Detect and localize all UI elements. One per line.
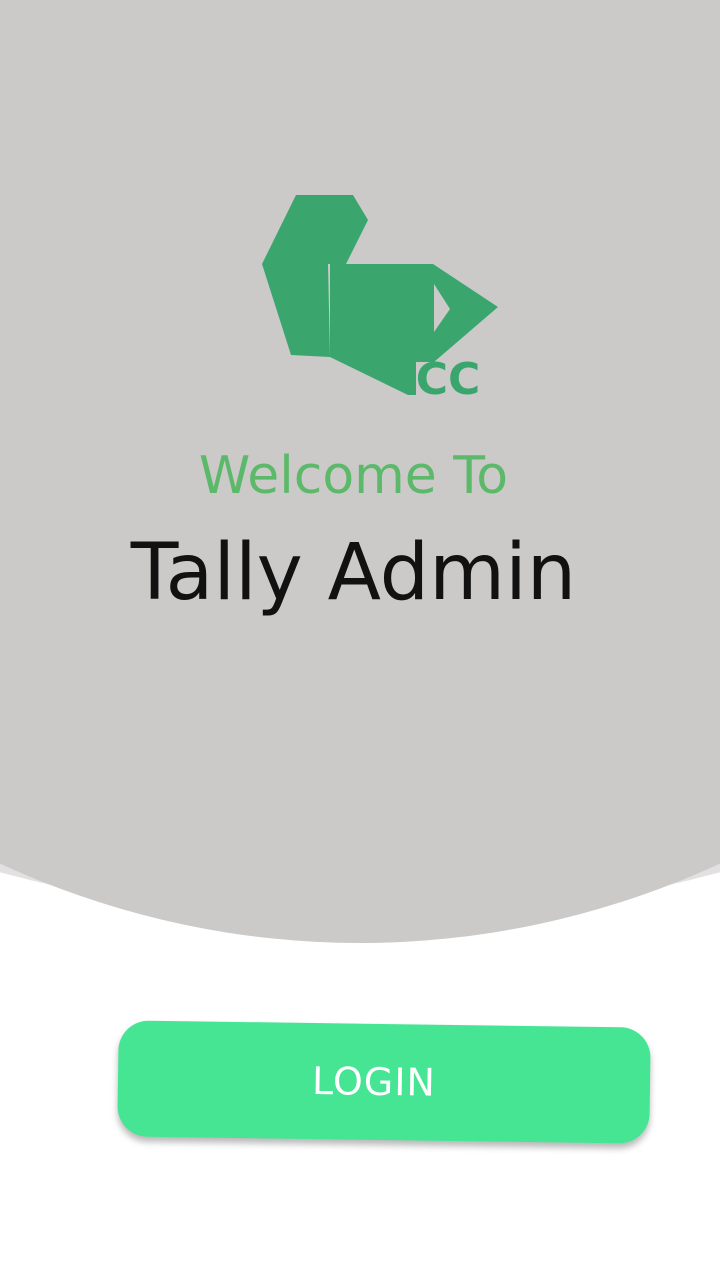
welcome-heading: Welcome To [198,446,509,506]
app-title: Tally Admin [130,528,577,618]
gpcc-logo-icon: CC [262,195,498,402]
logo-text: CC [416,354,481,402]
welcome-screen: CC Welcome To Tally Admin LOGIN [0,0,720,1280]
login-button[interactable]: LOGIN [117,1020,651,1144]
login-button-label: LOGIN [311,1058,437,1105]
